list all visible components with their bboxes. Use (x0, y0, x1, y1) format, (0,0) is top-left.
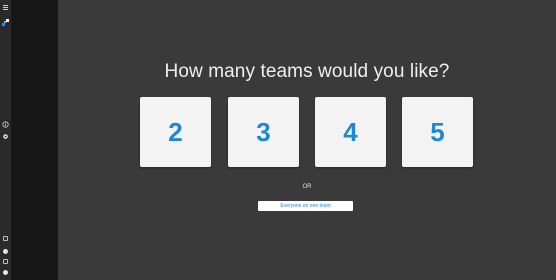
team-choice-3[interactable]: 3 (228, 97, 299, 167)
panel-icon[interactable] (3, 236, 8, 241)
sidebar-panel (11, 0, 58, 280)
info-icon[interactable] (2, 121, 9, 128)
app-logo-icon[interactable] (2, 19, 9, 26)
user-icon[interactable] (3, 249, 8, 254)
app-window: How many teams would you like? 2 3 4 5 O… (0, 0, 556, 280)
help-icon[interactable] (3, 270, 8, 275)
left-icon-rail (0, 0, 11, 280)
team-choice-grid: 2 3 4 5 (140, 97, 473, 167)
or-separator: OR (302, 184, 312, 190)
chat-icon[interactable] (3, 259, 8, 264)
menu-icon[interactable] (2, 4, 9, 11)
team-choice-2[interactable]: 2 (140, 97, 211, 167)
team-choice-5[interactable]: 5 (402, 97, 473, 167)
team-count-question: How many teams would you like? (164, 61, 450, 82)
team-choice-4[interactable]: 4 (315, 97, 386, 167)
settings-icon[interactable] (2, 133, 9, 140)
everyone-one-team-button[interactable]: Everyone on one team (258, 201, 353, 211)
